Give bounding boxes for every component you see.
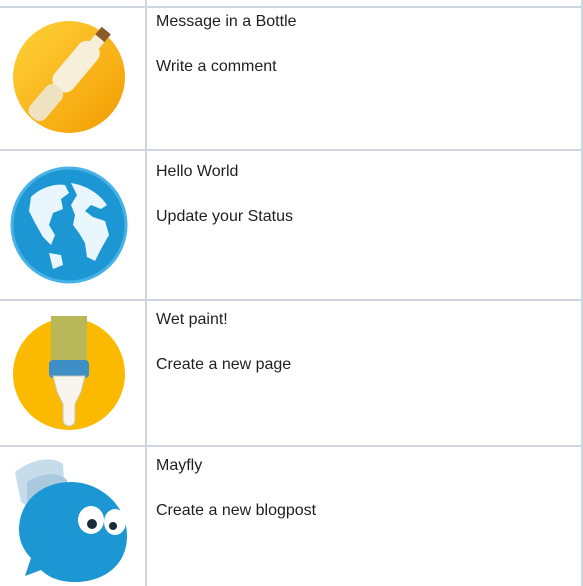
icon-cell bbox=[0, 446, 146, 586]
table-row: Message in a Bottle Write a comment bbox=[0, 0, 583, 150]
row-divider bbox=[0, 445, 583, 447]
paintbrush-icon bbox=[13, 316, 125, 430]
column-divider bbox=[145, 0, 147, 586]
text-cell: Hello World Update your Status bbox=[146, 150, 583, 300]
table-row: Mayfly Create a new blogpost bbox=[0, 446, 583, 586]
mayfly-bubble-icon bbox=[15, 459, 127, 582]
row-action-link[interactable]: Update your Status bbox=[156, 208, 293, 226]
text-cell: Wet paint! Create a new page bbox=[146, 300, 583, 446]
row-divider bbox=[0, 299, 583, 301]
row-divider bbox=[0, 149, 583, 151]
row-title: Mayfly bbox=[156, 457, 203, 474]
table-row: Hello World Update your Status bbox=[0, 150, 583, 300]
row-action-link[interactable]: Create a new blogpost bbox=[156, 502, 316, 520]
message-bottle-icon bbox=[13, 21, 125, 133]
text-cell: Message in a Bottle Write a comment bbox=[146, 0, 583, 150]
icon-cell bbox=[0, 300, 146, 446]
icon-cell bbox=[0, 0, 146, 150]
table-row: Wet paint! Create a new page bbox=[0, 300, 583, 446]
row-action-link[interactable]: Write a comment bbox=[156, 58, 277, 76]
table-border-top bbox=[0, 6, 583, 8]
text-cell: Mayfly Create a new blogpost bbox=[146, 446, 583, 586]
row-title: Hello World bbox=[156, 163, 239, 180]
row-action-link[interactable]: Create a new page bbox=[156, 356, 291, 374]
activity-table: Message in a Bottle Write a comment Hell… bbox=[0, 0, 583, 586]
globe-icon bbox=[10, 166, 128, 284]
row-title: Wet paint! bbox=[156, 311, 228, 328]
icon-cell bbox=[0, 150, 146, 300]
row-title: Message in a Bottle bbox=[156, 13, 297, 30]
